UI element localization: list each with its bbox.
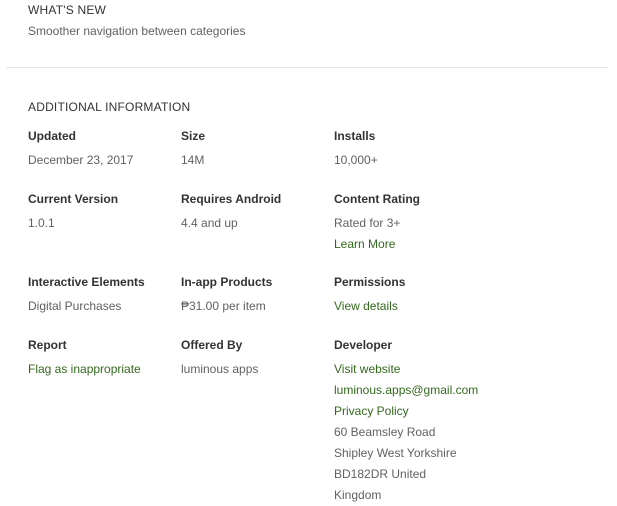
installs-value: 10,000+ xyxy=(334,153,378,167)
installs-cell: Installs 10,000+ xyxy=(334,128,534,171)
developer-address-line: Kingdom xyxy=(334,488,382,502)
in-app-products-value: ₱31.00 per item xyxy=(181,299,266,313)
updated-title: Updated xyxy=(28,129,76,143)
size-cell: Size 14M xyxy=(181,128,331,171)
whats-new-text: Smoother navigation between categories xyxy=(28,24,246,38)
view-details-link[interactable]: View details xyxy=(334,296,534,317)
additional-info-heading: ADDITIONAL INFORMATION xyxy=(28,100,191,114)
content-rating-value-block: Rated for 3+ Learn More xyxy=(334,213,534,255)
developer-address-line: 60 Beamsley Road xyxy=(334,425,436,439)
report-value-block: Flag as inappropriate xyxy=(28,359,178,380)
visit-website-link[interactable]: Visit website xyxy=(334,359,534,380)
interactive-elements-cell: Interactive Elements Digital Purchases xyxy=(28,274,178,317)
content-rating-cell: Content Rating Rated for 3+ Learn More xyxy=(334,191,534,255)
requires-android-title: Requires Android xyxy=(181,192,282,206)
in-app-products-title: In-app Products xyxy=(181,275,273,289)
content-rating-title: Content Rating xyxy=(334,192,420,206)
updated-value: December 23, 2017 xyxy=(28,153,134,167)
offered-by-value: luminous apps xyxy=(181,362,259,376)
interactive-elements-value: Digital Purchases xyxy=(28,299,122,313)
offered-by-cell: Offered By luminous apps xyxy=(181,337,331,380)
current-version-cell: Current Version 1.0.1 xyxy=(28,191,178,234)
permissions-title: Permissions xyxy=(334,275,406,289)
flag-inappropriate-link[interactable]: Flag as inappropriate xyxy=(28,359,178,380)
offered-by-title: Offered By xyxy=(181,338,243,352)
developer-address-line: Shipley West Yorkshire xyxy=(334,446,457,460)
report-title: Report xyxy=(28,338,67,352)
developer-email-link[interactable]: luminous.apps@gmail.com xyxy=(334,380,534,401)
current-version-value: 1.0.1 xyxy=(28,216,55,230)
whats-new-heading: WHAT'S NEW xyxy=(28,3,107,17)
content-rating-value: Rated for 3+ xyxy=(334,216,401,230)
size-value: 14M xyxy=(181,153,205,167)
developer-cell: Developer Visit website luminous.apps@gm… xyxy=(334,337,534,506)
privacy-policy-link[interactable]: Privacy Policy xyxy=(334,401,534,422)
report-cell: Report Flag as inappropriate xyxy=(28,337,178,380)
developer-title: Developer xyxy=(334,338,393,352)
permissions-cell: Permissions View details xyxy=(334,274,534,317)
installs-title: Installs xyxy=(334,129,376,143)
current-version-title: Current Version xyxy=(28,192,119,206)
requires-android-value: 4.4 and up xyxy=(181,216,238,230)
permissions-value-block: View details xyxy=(334,296,534,317)
in-app-products-cell: In-app Products ₱31.00 per item xyxy=(181,274,331,317)
section-divider xyxy=(6,67,608,68)
learn-more-link[interactable]: Learn More xyxy=(334,234,534,255)
updated-cell: Updated December 23, 2017 xyxy=(28,128,178,171)
size-title: Size xyxy=(181,129,206,143)
developer-value-block: Visit website luminous.apps@gmail.com Pr… xyxy=(334,359,534,506)
requires-android-cell: Requires Android 4.4 and up xyxy=(181,191,331,234)
developer-address-line: BD182DR United xyxy=(334,467,427,481)
interactive-elements-title: Interactive Elements xyxy=(28,275,145,289)
